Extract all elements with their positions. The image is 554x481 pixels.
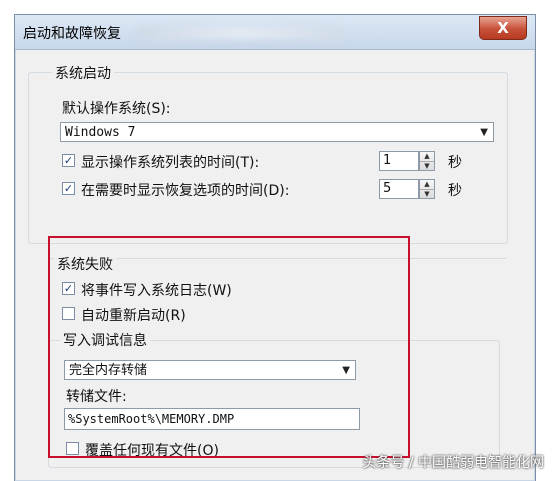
default-os-label: 默认操作系统(S): bbox=[62, 101, 171, 117]
default-os-value: Windows 7 bbox=[65, 125, 136, 140]
checkbox-checked-icon: ✓ bbox=[62, 182, 75, 195]
spin-down-icon[interactable]: ▼ bbox=[420, 162, 434, 171]
window-title: 启动和故障恢复 bbox=[23, 26, 121, 42]
default-os-select[interactable]: Windows 7 ▼ bbox=[60, 122, 494, 142]
spin-up-icon[interactable]: ▲ bbox=[420, 152, 434, 162]
seconds-unit: 秒 bbox=[448, 183, 462, 199]
show-os-list-seconds-input[interactable]: 1 bbox=[379, 151, 419, 171]
system-startup-legend: 系统启动 bbox=[52, 63, 114, 83]
spin-up-icon[interactable]: ▲ bbox=[420, 180, 434, 190]
checkbox-checked-icon: ✓ bbox=[62, 154, 75, 167]
show-recovery-label: 在需要时显示恢复选项的时间(D): bbox=[81, 183, 290, 199]
title-bar: 启动和故障恢复 X bbox=[15, 15, 535, 50]
highlight-box bbox=[48, 236, 410, 458]
seconds-unit: 秒 bbox=[448, 155, 462, 171]
spin-down-icon[interactable]: ▼ bbox=[420, 190, 434, 199]
close-button[interactable]: X bbox=[479, 16, 527, 40]
blurred-title-area bbox=[135, 27, 345, 39]
show-recovery-spinner[interactable]: ▲ ▼ bbox=[419, 179, 435, 199]
show-recovery-seconds-input[interactable]: 5 bbox=[379, 179, 419, 199]
show-os-list-label: 显示操作系统列表的时间(T): bbox=[81, 155, 260, 171]
watermark: 头条号 / 中国酷弱电智能化网 bbox=[362, 455, 544, 471]
show-os-list-spinner[interactable]: ▲ ▼ bbox=[419, 151, 435, 171]
dropdown-arrow-icon: ▼ bbox=[480, 127, 488, 138]
